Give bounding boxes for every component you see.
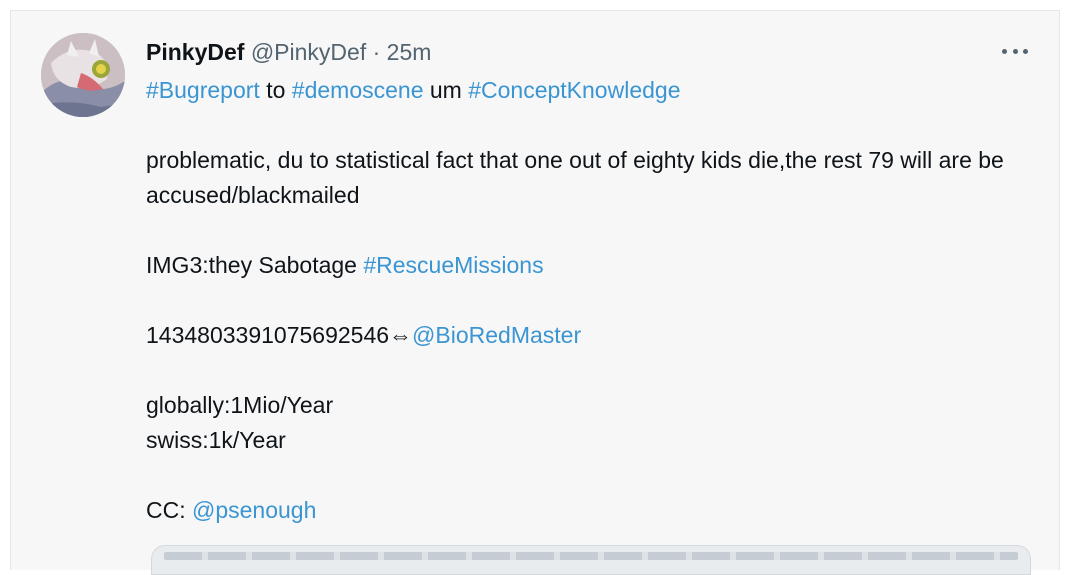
cc-line: CC: @psenough: [146, 493, 1036, 528]
tweet-timestamp[interactable]: 25m: [387, 39, 432, 65]
hashtag-demoscene[interactable]: #demoscene: [292, 77, 424, 103]
hashtag-bugreport[interactable]: #Bugreport: [146, 77, 260, 103]
mention-bioredmaster[interactable]: @BioRedMaster: [412, 322, 581, 348]
separator-dot: ·: [372, 39, 381, 65]
cc-prefix: CC:: [146, 497, 192, 523]
image-tab-strip: [164, 552, 1018, 560]
paragraph-problematic: problematic, du to statistical fact that…: [146, 147, 1004, 208]
mention-psenough[interactable]: @psenough: [192, 497, 316, 523]
author-handle[interactable]: @PinkyDef: [251, 39, 366, 65]
more-horizontal-icon: [1012, 48, 1018, 54]
tweet-id-number: 1434803391075692546⇔: [146, 322, 413, 348]
img3-text: IMG3:they Sabotage: [146, 252, 364, 278]
more-options-button[interactable]: [1000, 41, 1030, 61]
avatar-image: [41, 33, 125, 117]
text-um: um: [423, 77, 469, 103]
stat-global: globally:1Mio/Year: [146, 392, 334, 418]
author-display-name[interactable]: PinkyDef: [146, 39, 244, 65]
hashtag-rescuemissions[interactable]: #RescueMissions: [363, 252, 543, 278]
tweet-body: #Bugreport to #demoscene um #ConceptKnow…: [146, 73, 1036, 528]
more-horizontal-icon: [1002, 48, 1007, 54]
hashtag-line: #Bugreport to #demoscene um #ConceptKnow…: [146, 73, 1036, 108]
hashtag-conceptknowledge[interactable]: #ConceptKnowledge: [468, 77, 680, 103]
tweet-card[interactable]: PinkyDef @PinkyDef · 25m #Bugreport to #…: [10, 10, 1060, 575]
img3-line: IMG3:they Sabotage #RescueMissions: [146, 248, 1036, 283]
tweet-header: PinkyDef @PinkyDef · 25m: [146, 38, 431, 66]
text-to: to: [259, 77, 292, 103]
stat-swiss: swiss:1k/Year: [146, 427, 286, 453]
avatar[interactable]: [41, 33, 125, 117]
attached-image-preview[interactable]: [151, 545, 1031, 575]
id-line: 1434803391075692546⇔@BioRedMaster: [146, 318, 1036, 353]
more-horizontal-icon: [1023, 48, 1028, 54]
